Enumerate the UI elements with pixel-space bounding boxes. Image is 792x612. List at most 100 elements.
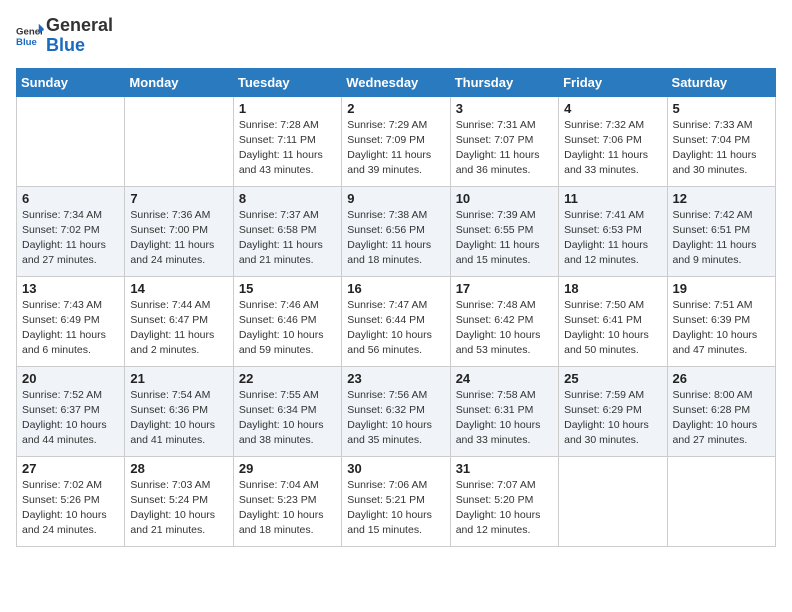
logo-general-text: General [46,16,113,36]
day-number: 15 [239,281,336,296]
day-number: 10 [456,191,553,206]
col-header-monday: Monday [125,68,233,96]
day-number: 5 [673,101,770,116]
day-number: 29 [239,461,336,476]
day-cell: 30 Sunrise: 7:06 AM Sunset: 5:21 PM Dayli… [342,456,450,546]
day-info: Sunrise: 7:38 AM Sunset: 6:56 PM Dayligh… [347,208,444,269]
week-row-5: 27 Sunrise: 7:02 AM Sunset: 5:26 PM Dayli… [17,456,776,546]
day-info: Sunrise: 7:04 AM Sunset: 5:23 PM Dayligh… [239,478,336,539]
logo-blue-text: Blue [46,36,113,56]
col-header-friday: Friday [559,68,667,96]
day-number: 25 [564,371,661,386]
day-cell: 27 Sunrise: 7:02 AM Sunset: 5:26 PM Dayli… [17,456,125,546]
day-cell: 15 Sunrise: 7:46 AM Sunset: 6:46 PM Dayli… [233,276,341,366]
day-number: 26 [673,371,770,386]
day-number: 20 [22,371,119,386]
day-number: 3 [456,101,553,116]
day-info: Sunrise: 7:33 AM Sunset: 7:04 PM Dayligh… [673,118,770,179]
day-info: Sunrise: 7:06 AM Sunset: 5:21 PM Dayligh… [347,478,444,539]
day-number: 8 [239,191,336,206]
day-cell: 4Sunrise: 7:32 AM Sunset: 7:06 PM Daylig… [559,96,667,186]
day-info: Sunrise: 7:48 AM Sunset: 6:42 PM Dayligh… [456,298,553,359]
col-header-tuesday: Tuesday [233,68,341,96]
day-info: Sunrise: 7:56 AM Sunset: 6:32 PM Dayligh… [347,388,444,449]
day-cell: 16Sunrise: 7:47 AM Sunset: 6:44 PM Dayli… [342,276,450,366]
page-header: General Blue General Blue [16,16,776,56]
day-cell: 9 Sunrise: 7:38 AM Sunset: 6:56 PM Daylig… [342,186,450,276]
day-number: 17 [456,281,553,296]
day-cell: 26 Sunrise: 8:00 AM Sunset: 6:28 PM Dayli… [667,366,775,456]
day-info: Sunrise: 7:02 AM Sunset: 5:26 PM Dayligh… [22,478,119,539]
day-info: Sunrise: 7:37 AM Sunset: 6:58 PM Dayligh… [239,208,336,269]
day-info: Sunrise: 7:31 AM Sunset: 7:07 PM Dayligh… [456,118,553,179]
day-info: Sunrise: 7:07 AM Sunset: 5:20 PM Dayligh… [456,478,553,539]
day-number: 13 [22,281,119,296]
day-info: Sunrise: 7:41 AM Sunset: 6:53 PM Dayligh… [564,208,661,269]
day-number: 23 [347,371,444,386]
day-cell: 8 Sunrise: 7:37 AM Sunset: 6:58 PM Daylig… [233,186,341,276]
day-cell: 5 Sunrise: 7:33 AM Sunset: 7:04 PM Daylig… [667,96,775,186]
day-info: Sunrise: 7:51 AM Sunset: 6:39 PM Dayligh… [673,298,770,359]
day-cell: 17 Sunrise: 7:48 AM Sunset: 6:42 PM Dayli… [450,276,558,366]
logo: General Blue General Blue [16,16,113,56]
col-header-wednesday: Wednesday [342,68,450,96]
day-info: Sunrise: 7:42 AM Sunset: 6:51 PM Dayligh… [673,208,770,269]
day-cell: 31 Sunrise: 7:07 AM Sunset: 5:20 PM Dayli… [450,456,558,546]
col-header-thursday: Thursday [450,68,558,96]
day-number: 2 [347,101,444,116]
day-info: Sunrise: 7:59 AM Sunset: 6:29 PM Dayligh… [564,388,661,449]
day-cell: 28 Sunrise: 7:03 AM Sunset: 5:24 PM Dayli… [125,456,233,546]
week-row-3: 13 Sunrise: 7:43 AM Sunset: 6:49 PM Dayli… [17,276,776,366]
day-number: 4 [564,101,661,116]
day-info: Sunrise: 8:00 AM Sunset: 6:28 PM Dayligh… [673,388,770,449]
day-info: Sunrise: 7:52 AM Sunset: 6:37 PM Dayligh… [22,388,119,449]
day-number: 27 [22,461,119,476]
day-info: Sunrise: 7:39 AM Sunset: 6:55 PM Dayligh… [456,208,553,269]
day-cell: 19 Sunrise: 7:51 AM Sunset: 6:39 PM Dayli… [667,276,775,366]
day-cell: 20 Sunrise: 7:52 AM Sunset: 6:37 PM Dayli… [17,366,125,456]
day-info: Sunrise: 7:34 AM Sunset: 7:02 PM Dayligh… [22,208,119,269]
day-cell: 24Sunrise: 7:58 AM Sunset: 6:31 PM Dayli… [450,366,558,456]
day-number: 18 [564,281,661,296]
day-cell [559,456,667,546]
week-row-4: 20 Sunrise: 7:52 AM Sunset: 6:37 PM Dayli… [17,366,776,456]
day-cell: 18 Sunrise: 7:50 AM Sunset: 6:41 PM Dayli… [559,276,667,366]
logo-icon: General Blue [16,22,44,50]
day-info: Sunrise: 7:54 AM Sunset: 6:36 PM Dayligh… [130,388,227,449]
day-cell: 23 Sunrise: 7:56 AM Sunset: 6:32 PM Dayli… [342,366,450,456]
day-number: 12 [673,191,770,206]
day-number: 11 [564,191,661,206]
day-cell: 13 Sunrise: 7:43 AM Sunset: 6:49 PM Dayli… [17,276,125,366]
day-info: Sunrise: 7:03 AM Sunset: 5:24 PM Dayligh… [130,478,227,539]
day-number: 22 [239,371,336,386]
day-cell: 14Sunrise: 7:44 AM Sunset: 6:47 PM Dayli… [125,276,233,366]
day-number: 24 [456,371,553,386]
day-number: 1 [239,101,336,116]
week-row-2: 6Sunrise: 7:34 AM Sunset: 7:02 PM Daylig… [17,186,776,276]
col-header-saturday: Saturday [667,68,775,96]
day-cell: 11 Sunrise: 7:41 AM Sunset: 6:53 PM Dayli… [559,186,667,276]
day-info: Sunrise: 7:46 AM Sunset: 6:46 PM Dayligh… [239,298,336,359]
week-row-1: 1Sunrise: 7:28 AM Sunset: 7:11 PM Daylig… [17,96,776,186]
day-cell: 1Sunrise: 7:28 AM Sunset: 7:11 PM Daylig… [233,96,341,186]
day-cell [125,96,233,186]
day-number: 9 [347,191,444,206]
calendar-table: SundayMondayTuesdayWednesdayThursdayFrid… [16,68,776,547]
day-cell: 3 Sunrise: 7:31 AM Sunset: 7:07 PM Daylig… [450,96,558,186]
day-number: 31 [456,461,553,476]
day-number: 30 [347,461,444,476]
day-info: Sunrise: 7:50 AM Sunset: 6:41 PM Dayligh… [564,298,661,359]
day-info: Sunrise: 7:43 AM Sunset: 6:49 PM Dayligh… [22,298,119,359]
day-info: Sunrise: 7:44 AM Sunset: 6:47 PM Dayligh… [130,298,227,359]
day-info: Sunrise: 7:29 AM Sunset: 7:09 PM Dayligh… [347,118,444,179]
day-number: 16 [347,281,444,296]
day-info: Sunrise: 7:36 AM Sunset: 7:00 PM Dayligh… [130,208,227,269]
day-cell: 12 Sunrise: 7:42 AM Sunset: 6:51 PM Dayli… [667,186,775,276]
day-number: 28 [130,461,227,476]
day-cell: 6Sunrise: 7:34 AM Sunset: 7:02 PM Daylig… [17,186,125,276]
day-cell: 29 Sunrise: 7:04 AM Sunset: 5:23 PM Dayli… [233,456,341,546]
day-cell: 2 Sunrise: 7:29 AM Sunset: 7:09 PM Daylig… [342,96,450,186]
day-cell: 7Sunrise: 7:36 AM Sunset: 7:00 PM Daylig… [125,186,233,276]
day-number: 19 [673,281,770,296]
day-cell: 22Sunrise: 7:55 AM Sunset: 6:34 PM Dayli… [233,366,341,456]
